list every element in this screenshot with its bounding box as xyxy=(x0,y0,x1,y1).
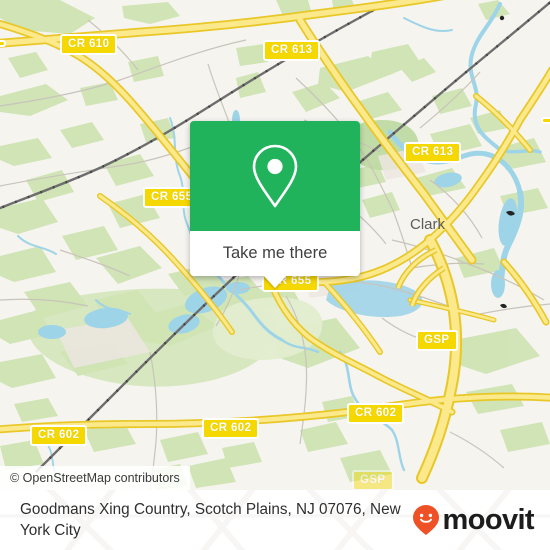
road-shield: GSP xyxy=(352,470,394,490)
take-me-there-button[interactable]: Take me there xyxy=(190,231,360,276)
road-shield-clipped xyxy=(541,117,550,124)
road-shield: CR 602 xyxy=(30,425,88,446)
location-address: Goodmans Xing Country, Scotch Plains, NJ… xyxy=(20,501,401,539)
map-viewport[interactable]: CR 610 CR 613 CR 613 CR 655 CR 655 GSP C… xyxy=(0,0,550,490)
road-shield: CR 602 xyxy=(202,418,260,439)
callout-tail xyxy=(263,275,287,288)
moovit-map-screenshot: CR 610 CR 613 CR 613 CR 655 CR 655 GSP C… xyxy=(0,0,550,550)
road-shield: CR 610 xyxy=(60,34,118,55)
take-me-there-label: Take me there xyxy=(222,244,328,262)
road-shield: CR 613 xyxy=(404,142,462,163)
footer-bar: Goodmans Xing Country, Scotch Plains, NJ… xyxy=(0,490,550,550)
moovit-pin-smiley-icon xyxy=(412,505,439,535)
moovit-wordmark: moovit xyxy=(442,503,535,536)
moovit-logo[interactable]: moovit xyxy=(411,503,535,536)
road-shield: CR 602 xyxy=(347,403,405,424)
road-shield: CR 613 xyxy=(263,40,321,61)
road-shield: GSP xyxy=(416,330,458,351)
place-label-clark: Clark xyxy=(410,216,446,233)
destination-callout[interactable]: Take me there xyxy=(190,121,360,288)
attribution-text: © OpenStreetMap contributors xyxy=(10,471,180,485)
map-attribution[interactable]: © OpenStreetMap contributors xyxy=(0,466,190,490)
road-shield-clipped xyxy=(0,40,6,47)
map-pin-icon xyxy=(252,144,298,208)
callout-icon-area xyxy=(190,121,360,231)
